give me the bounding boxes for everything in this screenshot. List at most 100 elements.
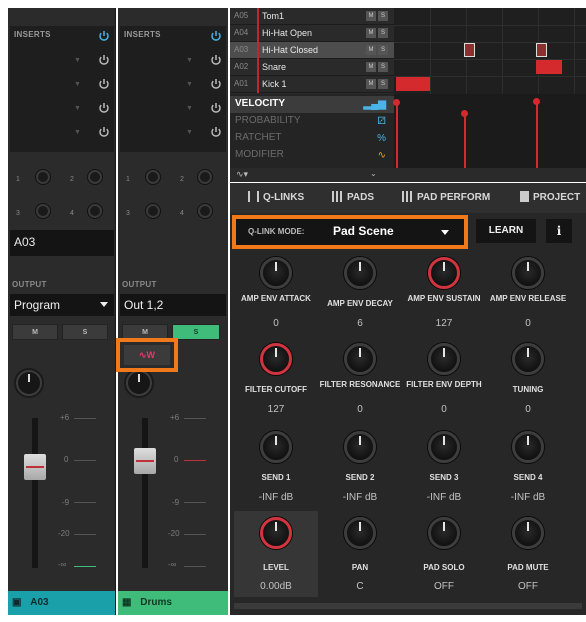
velocity-stem[interactable] [464,114,466,168]
qlink-knob[interactable] [428,431,460,463]
volume-fader-handle[interactable] [134,448,156,474]
pad-mute-button[interactable]: M [366,79,376,89]
send-knob[interactable] [88,170,102,184]
pad-mute-button[interactable]: M [366,62,376,72]
step-note[interactable] [536,60,562,74]
lane-modifier[interactable]: MODIFIER ∿ [230,147,394,164]
output-select[interactable]: Out 1,2 [120,294,226,316]
insert-slot[interactable]: ▼ [70,126,110,140]
power-icon[interactable] [210,78,222,90]
power-icon[interactable] [98,54,110,66]
step-grid[interactable] [394,8,586,94]
output-select[interactable]: Program [10,294,114,316]
insert-slot[interactable]: ▼ [70,102,110,116]
qlink-knob[interactable] [512,257,544,289]
power-icon[interactable] [210,126,222,138]
velocity-lane-grid[interactable] [393,94,586,168]
send-knob[interactable] [146,170,160,184]
velocity-stem[interactable] [396,102,398,168]
send-knob[interactable] [36,170,50,184]
velocity-handle[interactable] [533,98,540,105]
qlink-knob[interactable] [428,257,460,289]
panel-scrollbar[interactable] [234,603,582,609]
step-note[interactable] [536,43,547,57]
qlink-knob[interactable] [260,517,292,549]
tab-pad-perform[interactable]: PAD PERFORM [402,191,490,203]
velocity-handle[interactable] [393,99,400,106]
pad-row[interactable]: A05 Tom1 M S [230,8,394,25]
tab-q-links[interactable]: Q-LINKS [248,191,304,203]
qlink-knob[interactable] [512,431,544,463]
mute-button[interactable]: M [12,324,58,340]
info-button[interactable]: i [546,219,572,243]
qlink-knob[interactable] [512,343,544,375]
pad-mute-button[interactable]: M [366,45,376,55]
learn-button[interactable]: LEARN [476,219,536,243]
mute-button[interactable]: M [122,324,168,340]
qlink-knob[interactable] [344,517,376,549]
power-icon[interactable] [210,54,222,66]
qlink-knob[interactable] [344,257,376,289]
insert-slot[interactable]: ▼ [182,78,222,92]
insert-slot[interactable]: ▼ [70,78,110,92]
insert-slot[interactable]: ▼ [182,54,222,68]
pad-mute-button[interactable]: M [366,11,376,21]
qlink-knob[interactable] [260,257,292,289]
qlink-knob[interactable] [260,343,292,375]
send-knob[interactable] [198,170,212,184]
qlink-cell[interactable]: PAD MUTE OFF [486,511,570,597]
pad-solo-button[interactable]: S [378,62,388,72]
insert-slot[interactable]: ▼ [182,102,222,116]
pan-knob[interactable] [16,370,42,396]
qlink-cell[interactable]: PAD SOLO OFF [402,511,486,597]
qlink-knob[interactable] [344,343,376,375]
pad-row[interactable]: A01 Kick 1 MS [230,76,394,93]
send-knob[interactable] [88,204,102,218]
insert-slot[interactable]: ▼ [182,126,222,140]
qlink-cell[interactable]: TUNING 0 [486,337,570,423]
power-icon[interactable] [210,102,222,114]
qlink-cell[interactable]: SEND 2 -INF dB [318,425,402,511]
chevron-down-icon[interactable]: ⌄ [370,169,377,178]
qlink-knob[interactable] [260,431,292,463]
qlink-cell[interactable]: FILTER ENV DEPTH 0 [402,337,486,423]
pad-mute-button[interactable]: M [366,28,376,38]
qlink-knob[interactable] [512,517,544,549]
send-knob[interactable] [146,204,160,218]
lane-scrollbar[interactable]: ∿▾ ⌄ [230,168,586,182]
lane-probability[interactable]: PROBABILITY ⚂ [230,113,394,130]
tab-pads[interactable]: PADS [332,191,374,203]
qlink-cell[interactable]: SEND 1 -INF dB [234,425,318,511]
lane-ratchet[interactable]: RATCHET% [230,130,394,147]
track-footer[interactable]: ▣ A03 [8,591,115,615]
track-footer[interactable]: ▦ Drums [118,591,228,615]
step-note[interactable] [396,77,430,91]
solo-button[interactable]: S [62,324,108,340]
pad-row[interactable]: A02 Snare M S [230,59,394,76]
lane-velocity[interactable]: VELOCITY ▂▄▆ [230,96,394,113]
qlink-knob[interactable] [428,517,460,549]
insert-slot[interactable] [182,30,222,44]
velocity-stem[interactable] [536,102,538,168]
qlink-cell[interactable]: AMP ENV SUSTAIN 127 [402,251,486,337]
qlink-knob[interactable] [344,431,376,463]
pad-row[interactable]: A03 Hi-Hat Closed M S [230,42,394,59]
qlink-cell[interactable]: AMP ENV DECAY 6 [318,251,402,337]
qlink-cell[interactable]: PAN C [318,511,402,597]
power-icon[interactable] [210,30,222,42]
power-icon[interactable] [98,102,110,114]
volume-fader-handle[interactable] [24,454,46,480]
pad-solo-button[interactable]: S [378,28,388,38]
qlink-cell[interactable]: AMP ENV ATTACK 0 [234,251,318,337]
qlink-cell[interactable]: FILTER RESONANCE 0 [318,337,402,423]
send-knob[interactable] [198,204,212,218]
qlink-cell[interactable]: SEND 3 -INF dB [402,425,486,511]
pad-solo-button[interactable]: S [378,79,388,89]
pan-knob[interactable] [126,370,152,396]
automation-write-button[interactable]: ∿W [124,345,170,365]
power-icon[interactable] [98,126,110,138]
power-icon[interactable] [98,78,110,90]
pad-row[interactable]: A04 Hi-Hat Open M S [230,25,394,42]
volume-fader-track[interactable] [32,418,38,568]
solo-button[interactable]: S [172,324,220,340]
